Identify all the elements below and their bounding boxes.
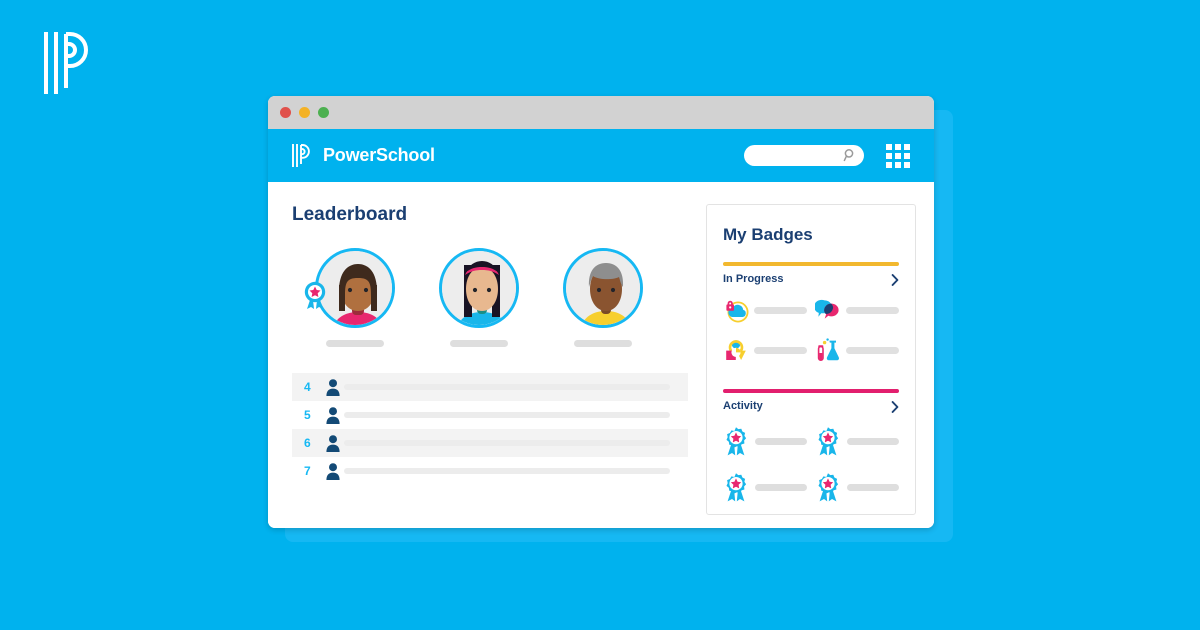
in-progress-label: In Progress xyxy=(723,273,784,285)
my-badges-card: My Badges In Progress Activity xyxy=(706,204,916,515)
grid-cell xyxy=(895,161,901,168)
grid-cell xyxy=(895,152,901,159)
powerschool-p-logo-icon xyxy=(290,142,314,169)
ribbon-rosette-badge-icon xyxy=(302,280,328,310)
name-placeholder-bar xyxy=(574,340,632,347)
podium-item-3[interactable] xyxy=(554,248,652,347)
person-icon xyxy=(322,406,344,424)
name-placeholder-bar xyxy=(847,483,899,491)
activity-divider xyxy=(723,389,899,393)
list-item[interactable] xyxy=(815,472,899,502)
in-progress-section-header[interactable]: In Progress xyxy=(723,273,899,286)
table-row[interactable]: 7 xyxy=(292,457,688,485)
browser-window: PowerSchool Leaderboard 4 5 6 7 My Badge… xyxy=(268,96,934,528)
name-placeholder-bar xyxy=(450,340,508,347)
activity-badge-grid xyxy=(723,426,899,502)
person-icon xyxy=(322,434,344,452)
avatar xyxy=(563,248,643,328)
grid-cell xyxy=(886,143,892,150)
person-icon xyxy=(322,378,344,396)
rank-number: 5 xyxy=(304,408,311,422)
table-row[interactable]: 6 xyxy=(292,429,688,457)
list-item[interactable] xyxy=(723,337,807,363)
name-placeholder-bar xyxy=(755,483,807,491)
list-item[interactable] xyxy=(815,337,899,363)
grid-cell xyxy=(904,161,910,168)
speech-bubbles-badge-icon xyxy=(814,297,841,323)
list-item[interactable] xyxy=(723,472,807,502)
chevron-right-icon[interactable] xyxy=(891,273,899,286)
grid-apps-icon[interactable] xyxy=(886,143,910,168)
recycle-arrows-badge-icon xyxy=(723,337,749,363)
person-icon xyxy=(322,462,344,480)
list-item[interactable] xyxy=(815,426,899,456)
name-placeholder-bar xyxy=(326,340,384,347)
name-placeholder-bar xyxy=(344,468,670,474)
grid-cell xyxy=(886,161,892,168)
search-box[interactable] xyxy=(744,145,864,166)
app-header-bar: PowerSchool xyxy=(268,129,934,182)
search-icon xyxy=(843,148,857,162)
progress-bar xyxy=(846,346,899,354)
grid-cell xyxy=(904,152,910,159)
name-placeholder-bar xyxy=(344,384,670,390)
progress-bar xyxy=(846,306,899,314)
in-progress-divider xyxy=(723,262,899,266)
rank-number: 4 xyxy=(304,380,311,394)
page-title: Leaderboard xyxy=(292,204,408,225)
leaderboard-rank-list: 4 5 6 7 xyxy=(292,373,688,485)
app-title: PowerSchool xyxy=(323,145,435,165)
name-placeholder-bar xyxy=(847,437,899,445)
name-placeholder-bar xyxy=(344,440,670,446)
leaderboard-section: Leaderboard 4 5 6 7 xyxy=(292,204,688,528)
minimize-window-button[interactable] xyxy=(299,107,310,118)
window-titlebar xyxy=(268,96,934,129)
grid-cell xyxy=(895,143,901,150)
in-progress-badge-grid xyxy=(723,297,899,363)
name-placeholder-bar xyxy=(344,412,670,418)
rank-number: 7 xyxy=(304,464,311,478)
progress-bar xyxy=(754,346,807,354)
name-placeholder-bar xyxy=(755,437,807,445)
ribbon-rosette-badge-icon xyxy=(815,472,841,502)
list-item[interactable] xyxy=(723,297,807,323)
powerschool-logo-watermark xyxy=(38,28,98,98)
chevron-right-icon[interactable] xyxy=(891,400,899,413)
ribbon-rosette-badge-icon xyxy=(723,472,749,502)
activity-section-header[interactable]: Activity xyxy=(723,400,899,413)
ribbon-rosette-badge-icon xyxy=(723,426,749,456)
table-row[interactable]: 4 xyxy=(292,373,688,401)
lock-cloud-badge-icon xyxy=(723,297,749,323)
podium-top-three xyxy=(292,248,688,347)
science-flask-badge-icon xyxy=(815,337,841,363)
activity-label: Activity xyxy=(723,400,763,412)
progress-bar xyxy=(754,306,807,314)
maximize-window-button[interactable] xyxy=(318,107,329,118)
rank-number: 6 xyxy=(304,436,311,450)
list-item[interactable] xyxy=(723,426,807,456)
table-row[interactable]: 5 xyxy=(292,401,688,429)
badges-panel-title: My Badges xyxy=(723,225,813,244)
podium-item-1[interactable] xyxy=(304,248,404,347)
grid-cell xyxy=(904,143,910,150)
main-content: Leaderboard 4 5 6 7 My Badges In Progres… xyxy=(268,182,934,528)
grid-cell xyxy=(886,152,892,159)
list-item[interactable] xyxy=(814,297,899,323)
avatar xyxy=(439,248,519,328)
close-window-button[interactable] xyxy=(280,107,291,118)
ribbon-rosette-badge-icon xyxy=(815,426,841,456)
podium-item-2[interactable] xyxy=(430,248,528,347)
